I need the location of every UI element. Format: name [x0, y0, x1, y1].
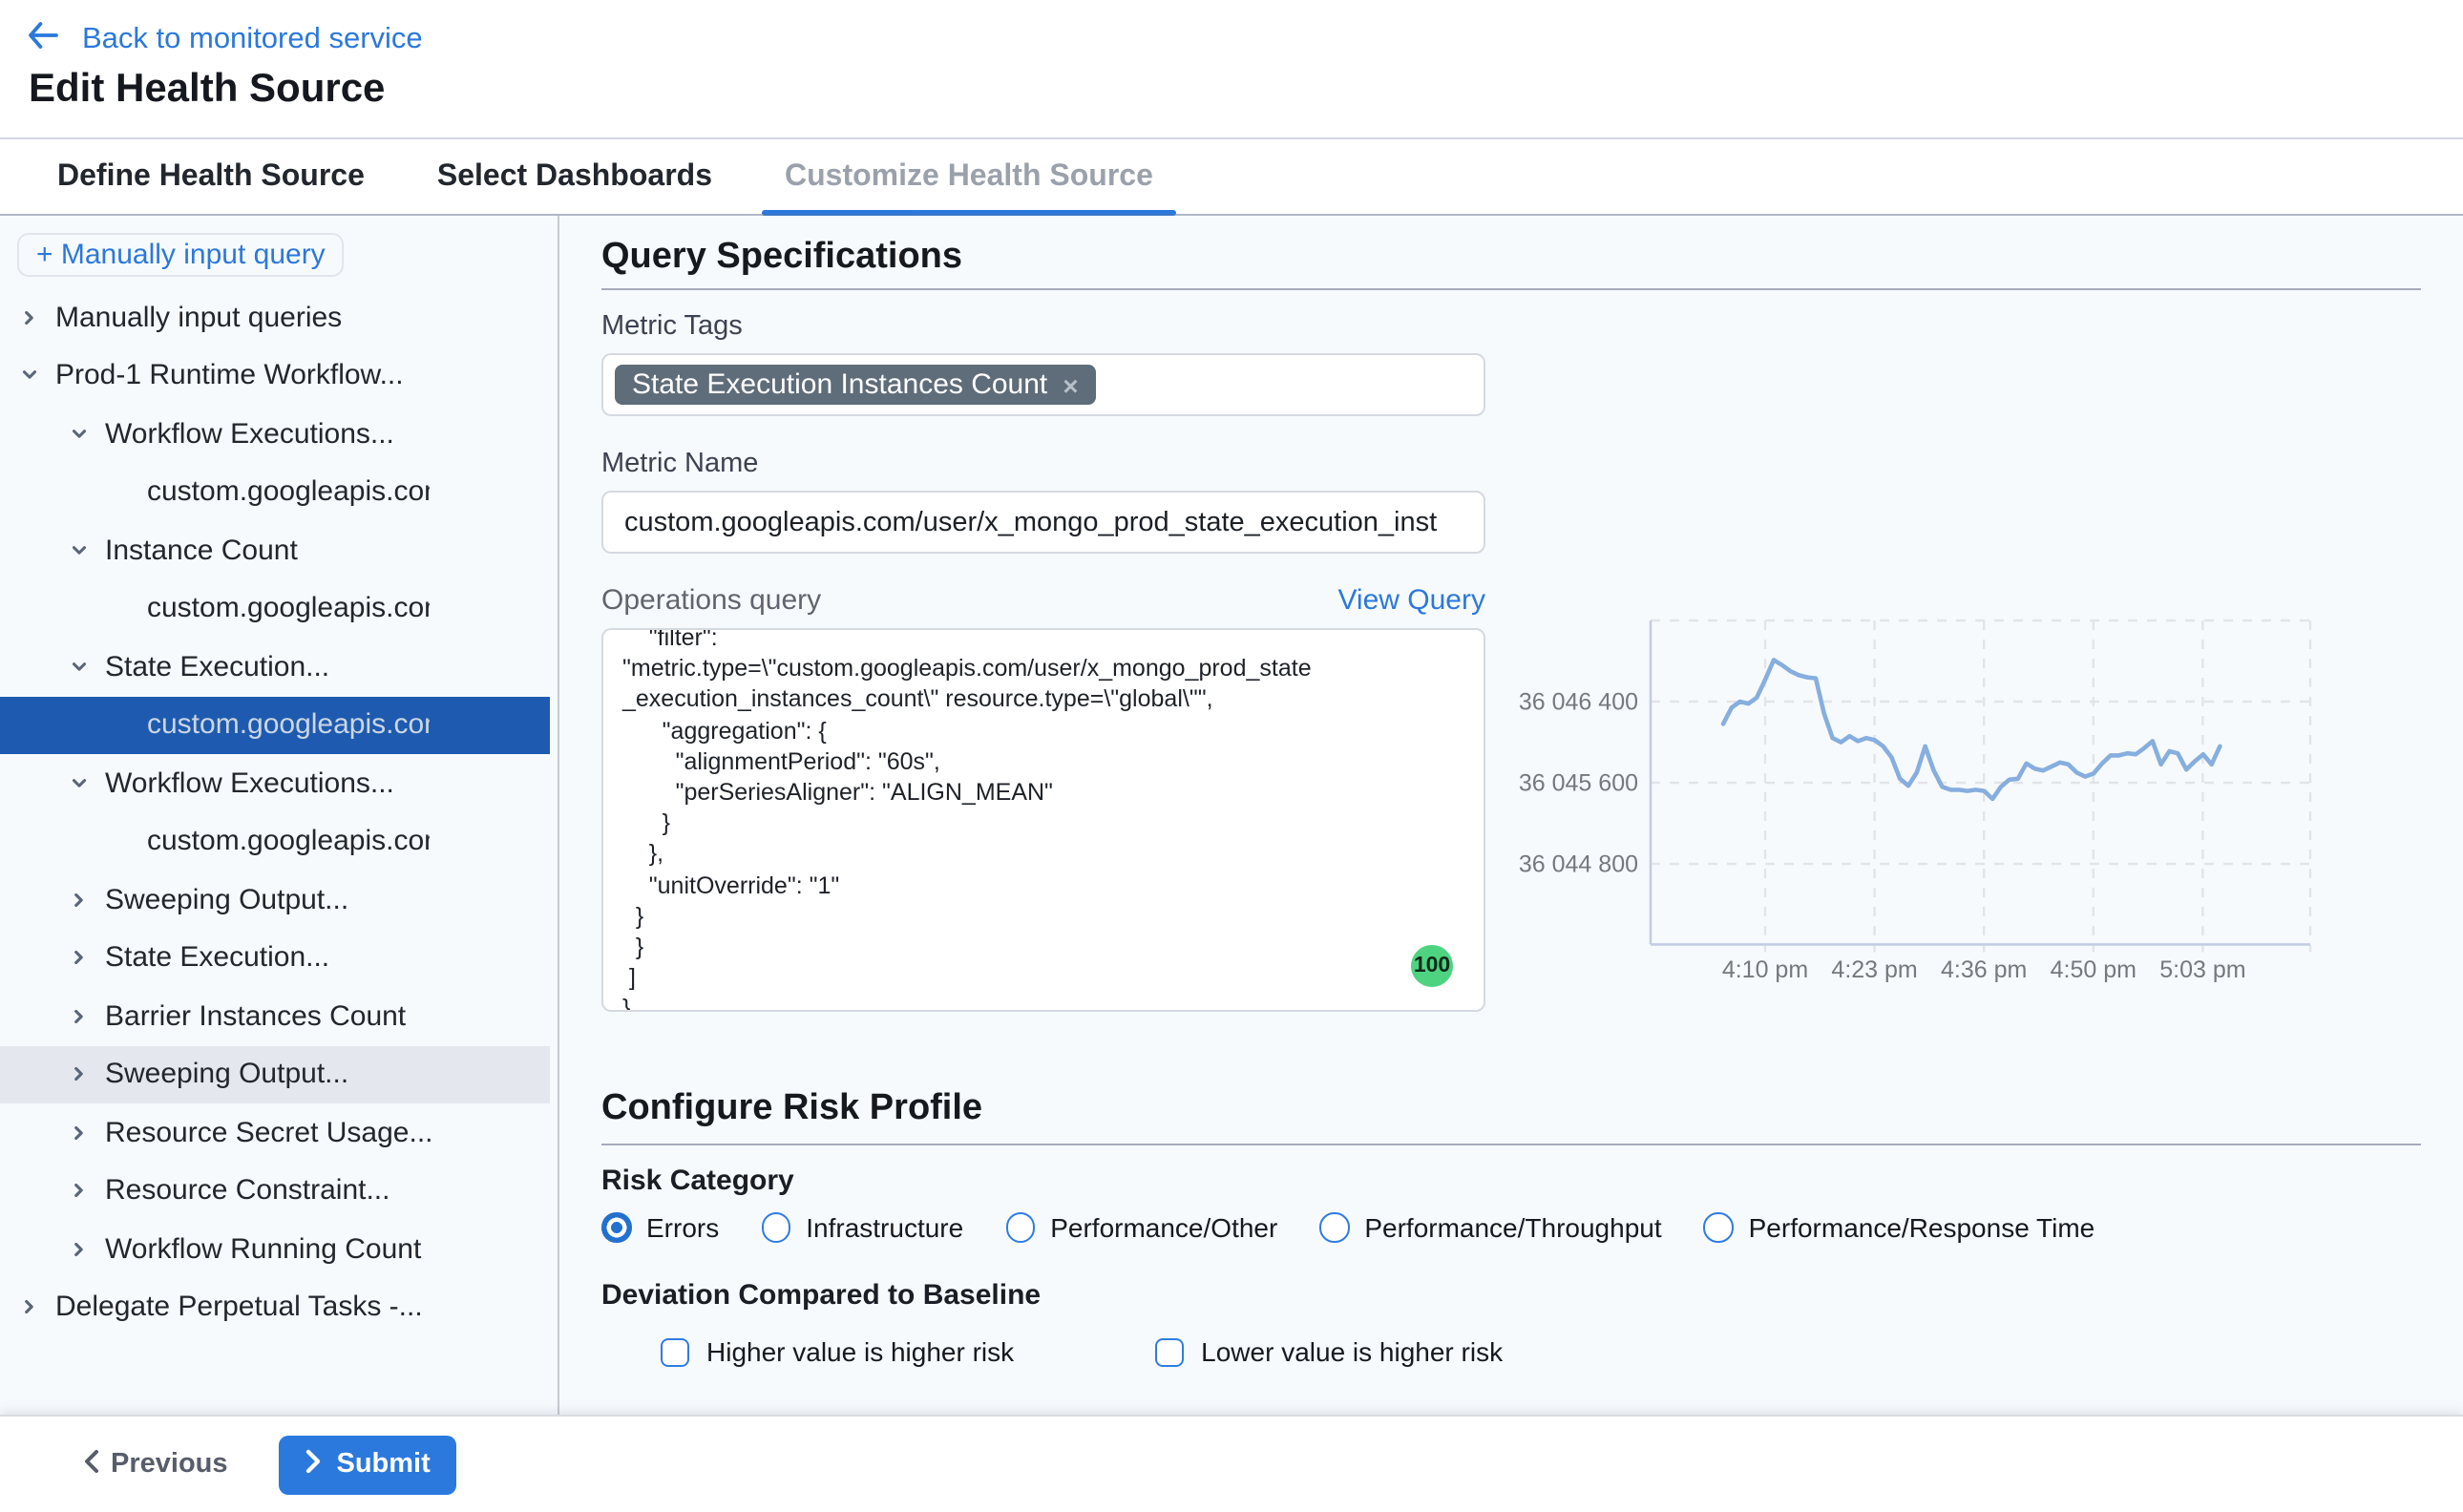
radio-icon[interactable]: [761, 1213, 790, 1243]
tree-item-workflow-executions-2[interactable]: Workflow Executions...: [0, 754, 550, 812]
metrics-tree: Manually input queries Prod-1 Runtime Wo…: [0, 288, 558, 1336]
metric-name-label: Metric Name: [601, 449, 2421, 481]
tab-select-dashboards[interactable]: Select Dashboards: [430, 139, 720, 214]
back-link-label: Back to monitored service: [82, 23, 423, 57]
chevron-down-icon: [69, 540, 90, 561]
radio-performance-throughput[interactable]: Performance/Throughput: [1319, 1212, 1661, 1243]
metric-tags-label: Metric Tags: [601, 311, 2421, 344]
section-divider: [601, 1144, 2421, 1145]
tree-item-manually-input-queries[interactable]: Manually input queries: [0, 288, 550, 346]
radio-icon[interactable]: [1005, 1213, 1035, 1243]
radio-selected-icon[interactable]: [601, 1213, 631, 1243]
checkbox-higher-value-higher-risk[interactable]: Higher value is higher risk: [661, 1336, 1014, 1367]
risk-category-label: Risk Category: [601, 1165, 2421, 1197]
svg-text:4:50 pm: 4:50 pm: [2051, 956, 2137, 983]
tree-item-sweeping-output-2[interactable]: Sweeping Output...: [0, 1045, 550, 1103]
operations-query-row: Operations query View Query: [601, 582, 1485, 617]
tree-item-metric-custom-googleapis-1[interactable]: custom.googleapis.com: [0, 463, 550, 521]
metric-tag-chip[interactable]: State Execution Instances Count ×: [615, 365, 1096, 405]
page-title: Edit Health Source: [29, 67, 385, 113]
previous-button-label: Previous: [111, 1449, 228, 1480]
submit-button[interactable]: Submit: [280, 1435, 457, 1494]
tree-item-metric-custom-googleapis-selected[interactable]: custom.googleapis.com: [0, 696, 550, 754]
svg-text:36 045 600: 36 045 600: [1519, 770, 1638, 797]
tree-item-metric-custom-googleapis-3[interactable]: custom.googleapis.com: [0, 812, 550, 871]
checkbox-icon[interactable]: [661, 1337, 689, 1366]
tree-item-barrier-instances-count[interactable]: Barrier Instances Count: [0, 987, 550, 1045]
section-divider: [601, 288, 2421, 290]
query-health-badge: 100: [1411, 945, 1453, 987]
chevron-right-icon: [306, 1448, 324, 1480]
chevron-right-icon: [69, 1064, 90, 1085]
tree-item-workflow-running-count[interactable]: Workflow Running Count: [0, 1220, 550, 1278]
arrow-left-icon: [27, 21, 59, 59]
chevron-down-icon: [69, 773, 90, 794]
tree-item-workflow-executions-1[interactable]: Workflow Executions...: [0, 405, 550, 463]
footer-bar: Previous Submit: [0, 1415, 2463, 1512]
radio-infrastructure[interactable]: Infrastructure: [761, 1212, 963, 1243]
tree-item-resource-constraint[interactable]: Resource Constraint...: [0, 1162, 550, 1220]
chevron-right-icon: [69, 948, 90, 969]
operations-query-text: "filter": "metric.type=\"custom.googleap…: [603, 628, 1484, 1012]
chevron-down-icon: [69, 424, 90, 445]
tab-define-health-source[interactable]: Define Health Source: [50, 139, 372, 214]
radio-icon[interactable]: [1319, 1213, 1349, 1243]
radio-performance-response-time[interactable]: Performance/Response Time: [1704, 1212, 2095, 1243]
tree-item-metric-custom-googleapis-2[interactable]: custom.googleapis.com: [0, 579, 550, 638]
chevron-right-icon: [69, 1181, 90, 1202]
query-specifications-heading: Query Specifications: [601, 237, 2421, 277]
main-panel: Query Specifications Metric Tags State E…: [559, 216, 2463, 1415]
content-area: + Manually input query Manually input qu…: [0, 216, 2463, 1415]
radio-icon[interactable]: [1704, 1213, 1734, 1243]
chevron-right-icon: [69, 1006, 90, 1027]
svg-text:36 046 400: 36 046 400: [1519, 689, 1638, 716]
chevron-down-icon: [19, 366, 40, 387]
operations-query-editor[interactable]: "filter": "metric.type=\"custom.googleap…: [601, 628, 1485, 1012]
edit-health-source-page: Back to monitored service Edit Health So…: [0, 0, 2463, 1512]
tree-item-delegate-perpetual-tasks[interactable]: Delegate Perpetual Tasks -...: [0, 1278, 550, 1336]
radio-performance-other[interactable]: Performance/Other: [1005, 1212, 1277, 1243]
remove-tag-icon[interactable]: ×: [1063, 371, 1078, 398]
svg-text:4:36 pm: 4:36 pm: [1941, 956, 2027, 983]
chevron-down-icon: [69, 657, 90, 678]
tree-item-sweeping-output-1[interactable]: Sweeping Output...: [0, 871, 550, 929]
wizard-tabs: Define Health Source Select Dashboards C…: [0, 139, 2463, 216]
add-manual-query-button[interactable]: + Manually input query: [17, 233, 345, 277]
metric-tags-input[interactable]: State Execution Instances Count ×: [601, 353, 1485, 416]
deviation-checkbox-group: Higher value is higher risk Lower value …: [601, 1336, 2421, 1367]
svg-text:4:23 pm: 4:23 pm: [1831, 956, 1917, 983]
metric-name-input[interactable]: [601, 491, 1485, 554]
metric-preview-chart: 36 046 400 36 045 600 36 044 800 4:10 pm 4:2…: [1508, 607, 2387, 998]
tree-item-resource-secret-usage[interactable]: Resource Secret Usage...: [0, 1103, 550, 1162]
chevron-right-icon: [69, 1123, 90, 1144]
tree-item-instance-count[interactable]: Instance Count: [0, 521, 550, 579]
tree-item-state-execution-2[interactable]: State Execution...: [0, 929, 550, 987]
chevron-right-icon: [69, 1239, 90, 1260]
deviation-label: Deviation Compared to Baseline: [601, 1279, 2421, 1312]
svg-text:4:10 pm: 4:10 pm: [1722, 956, 1808, 983]
checkbox-lower-value-higher-risk[interactable]: Lower value is higher risk: [1155, 1336, 1503, 1367]
configure-risk-profile-heading: Configure Risk Profile: [601, 1088, 2421, 1128]
tree-item-prod1-runtime-workflow[interactable]: Prod-1 Runtime Workflow...: [0, 346, 550, 405]
svg-text:36 044 800: 36 044 800: [1519, 851, 1638, 878]
metric-tag-chip-label: State Execution Instances Count: [632, 368, 1047, 401]
checkbox-icon[interactable]: [1155, 1337, 1184, 1366]
svg-text:5:03 pm: 5:03 pm: [2159, 956, 2245, 983]
radio-errors[interactable]: Errors: [601, 1212, 719, 1243]
tab-customize-health-source[interactable]: Customize Health Source: [777, 139, 1161, 214]
back-to-monitored-service-link[interactable]: Back to monitored service: [27, 21, 423, 59]
operations-query-label: Operations query: [601, 583, 821, 616]
chevron-left-icon: [82, 1448, 99, 1480]
submit-button-label: Submit: [337, 1449, 431, 1480]
metrics-sidebar: + Manually input query Manually input qu…: [0, 216, 559, 1415]
chevron-right-icon: [19, 1297, 40, 1318]
view-query-link[interactable]: View Query: [1337, 583, 1485, 616]
chevron-right-icon: [69, 890, 90, 911]
previous-button[interactable]: Previous: [82, 1448, 228, 1480]
risk-category-radio-group: Errors Infrastructure Performance/Other …: [601, 1212, 2421, 1243]
page-header: Back to monitored service Edit Health So…: [0, 0, 2463, 139]
tree-item-state-execution-1[interactable]: State Execution...: [0, 638, 550, 696]
chevron-right-icon: [19, 307, 40, 328]
